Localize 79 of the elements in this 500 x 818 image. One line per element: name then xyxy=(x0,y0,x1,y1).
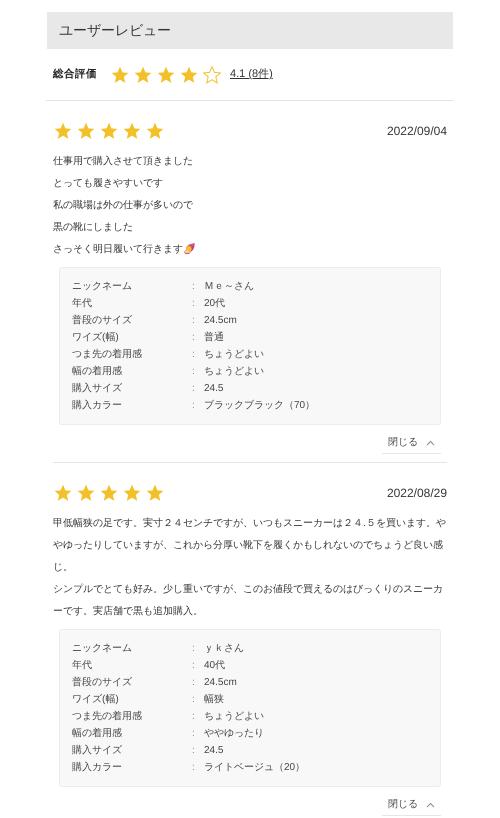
summary-label: 総合評価 xyxy=(53,66,98,82)
detail-value: 24.5 xyxy=(204,744,224,758)
star-icon xyxy=(53,483,73,503)
review-text: とっても履きやすいです xyxy=(53,177,164,191)
star-icon xyxy=(122,483,142,503)
star-icon xyxy=(99,121,119,141)
star-icon xyxy=(133,64,153,84)
detail-separator: : xyxy=(192,297,196,311)
chevron-up-icon xyxy=(426,802,435,808)
detail-label: 普段のサイズ xyxy=(72,676,133,690)
detail-separator: : xyxy=(192,744,196,758)
detail-separator: : xyxy=(192,642,196,656)
star-icon xyxy=(145,483,165,503)
detail-value: 24.5cm xyxy=(204,314,237,328)
close-button[interactable]: 閉じる xyxy=(382,435,441,454)
detail-label: ニックネーム xyxy=(72,642,133,656)
detail-value: ライトベージュ（20） xyxy=(204,761,306,775)
detail-value: ｙｋさん xyxy=(204,642,244,656)
detail-separator: : xyxy=(192,382,196,396)
star-outline-icon xyxy=(202,64,222,84)
detail-separator: : xyxy=(192,761,196,775)
detail-separator: : xyxy=(192,331,196,345)
rating-link[interactable]: 4.1 (8件) xyxy=(230,66,273,83)
detail-label: 購入サイズ xyxy=(72,744,123,758)
detail-value: ブラックブラック（70） xyxy=(204,398,316,413)
detail-separator: : xyxy=(192,659,196,673)
star-icon xyxy=(145,121,165,141)
detail-label: ニックネーム xyxy=(72,280,133,294)
star-icon xyxy=(122,121,142,141)
detail-value: 24.5cm xyxy=(204,676,237,690)
detail-label: 購入カラー xyxy=(72,398,123,413)
star-icon xyxy=(76,483,96,503)
detail-separator: : xyxy=(192,693,196,707)
review-date: 2022/09/04 xyxy=(386,123,447,140)
review-text: シンプルでとても好み。少し重いですが、このお値段で買えるのはびっくりのスニーカーです。実店舗で黒も追加購入。 xyxy=(53,582,444,619)
detail-label: 購入カラー xyxy=(72,760,123,775)
detail-separator: : xyxy=(192,727,196,741)
star-icon xyxy=(53,121,73,141)
detail-separator: : xyxy=(192,399,196,413)
detail-value: 普通 xyxy=(204,330,224,345)
detail-label: 幅の着用感 xyxy=(72,726,123,741)
detail-label: ワイズ(幅) xyxy=(72,331,120,345)
star-icon xyxy=(76,121,96,141)
section-header: ユーザーレビュー xyxy=(47,12,453,49)
detail-label: ワイズ(幅) xyxy=(72,693,120,707)
review-date: 2022/08/29 xyxy=(386,485,447,502)
detail-separator: : xyxy=(192,280,196,294)
detail-label: 普段のサイズ xyxy=(72,314,133,328)
detail-value: 40代 xyxy=(204,659,226,673)
star-icon xyxy=(179,64,199,84)
detail-value: 24.5 xyxy=(204,382,224,396)
review-text: さっそく明日履いて行きます🍠 xyxy=(53,242,197,257)
review-text: 黒の靴にしました xyxy=(53,221,134,235)
detail-label: つま先の着用感 xyxy=(72,348,143,362)
detail-value: ややゆったり xyxy=(204,727,264,741)
review-text: 私の職場は外の仕事が多いので xyxy=(53,198,194,213)
detail-value: Ｍｅ～さん xyxy=(204,280,254,294)
close-button[interactable]: 閉じる xyxy=(382,797,441,816)
detail-value: 幅狭 xyxy=(204,692,224,707)
review-text: 仕事用で購入させて頂きました xyxy=(53,154,194,169)
star-icon xyxy=(110,64,130,84)
star-icon xyxy=(156,64,176,84)
detail-value: ちょうどよい xyxy=(204,710,264,724)
detail-separator: : xyxy=(192,314,196,328)
chevron-up-icon xyxy=(426,440,435,446)
detail-separator: : xyxy=(192,348,196,362)
detail-separator: : xyxy=(192,365,196,379)
detail-label: つま先の着用感 xyxy=(72,710,143,724)
detail-label: 購入サイズ xyxy=(72,382,123,396)
detail-value: ちょうどよい xyxy=(204,348,264,362)
detail-separator: : xyxy=(192,676,196,690)
star-icon xyxy=(99,483,119,503)
detail-label: 幅の着用感 xyxy=(72,364,123,379)
detail-separator: : xyxy=(192,710,196,724)
detail-label: 年代 xyxy=(72,659,93,673)
detail-label: 年代 xyxy=(72,297,93,311)
detail-value: ちょうどよい xyxy=(204,365,264,379)
review-text: 甲低幅狭の足です。実寸２４センチですが、いつもスニーカーは２４.５を買います。ややゆったりしていますが、これから分厚い靴下を履くかもしれないのでちょうど良い感じ。 xyxy=(53,516,447,575)
detail-value: 20代 xyxy=(204,297,226,311)
